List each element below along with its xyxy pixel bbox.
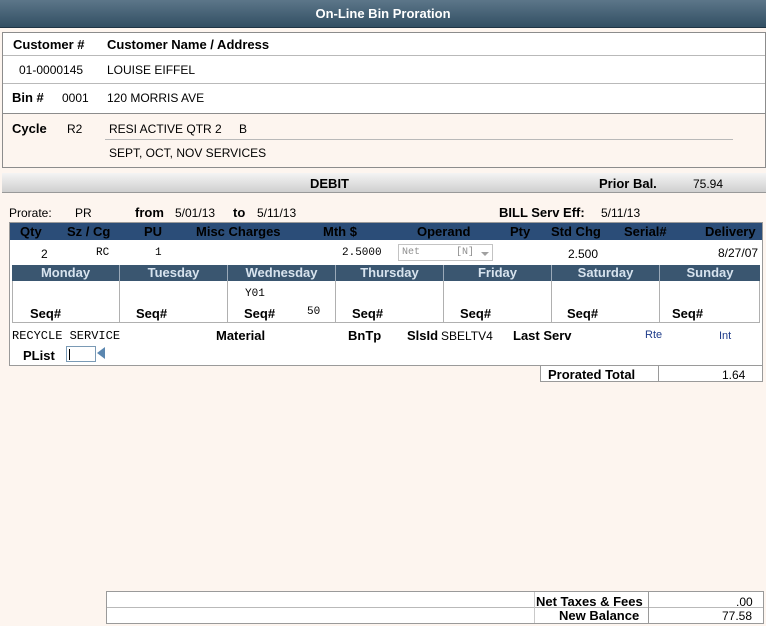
row-sz-cg: RC	[96, 247, 110, 259]
net-taxes-label: Net Taxes & Fees	[536, 594, 643, 609]
new-balance-value: 77.58	[722, 609, 753, 623]
col-sz-cg: Sz / Cg	[67, 224, 111, 239]
prior-balance-label: Prior Bal.	[599, 176, 657, 191]
to-label: to	[233, 205, 246, 220]
col-pu: PU	[144, 224, 163, 239]
last-serv-label: Last Serv	[513, 328, 572, 343]
seq-label-monday: Seq#	[30, 306, 62, 321]
row-delivery: 8/27/07	[718, 246, 759, 260]
prorate-label: Prorate:	[9, 206, 52, 220]
col-mth: Mth $	[323, 224, 357, 239]
from-label: from	[135, 205, 164, 220]
seq-label-sunday: Seq#	[672, 306, 704, 321]
bill-serv-eff-label: BILL Serv Eff:	[499, 205, 585, 220]
material-label: Material	[216, 328, 266, 343]
day-header-saturday: Saturday	[552, 265, 660, 281]
debit-label: DEBIT	[310, 176, 349, 191]
arrow-left-icon[interactable]	[97, 347, 105, 359]
day-cell-monday[interactable]	[12, 281, 120, 323]
from-date[interactable]: 5/01/13	[175, 206, 215, 220]
day-header-tuesday: Tuesday	[120, 265, 228, 281]
col-operand: Operand	[417, 224, 471, 239]
prorate-code: PR	[75, 206, 92, 220]
day-header-sunday: Sunday	[660, 265, 760, 281]
plist-label: PList	[23, 348, 55, 363]
bin-number: 0001	[62, 91, 89, 105]
window-title: On-Line Bin Proration	[0, 0, 766, 28]
col-pty: Pty	[510, 224, 531, 239]
seq-value-wednesday: 50	[307, 306, 321, 318]
seq-label-tuesday: Seq#	[136, 306, 168, 321]
seq-label-saturday: Seq#	[567, 306, 599, 321]
chevron-down-icon	[481, 252, 489, 256]
cycle-flag: B	[239, 122, 248, 136]
customer-name-label: Customer Name / Address	[107, 37, 270, 52]
net-taxes-value: .00	[736, 595, 753, 609]
customer-number: 01-0000145	[19, 63, 84, 77]
day-header-monday: Monday	[12, 265, 120, 281]
day-header-thursday: Thursday	[336, 265, 444, 281]
row-mth: 2.5000	[342, 247, 382, 259]
seq-label-friday: Seq#	[460, 306, 492, 321]
new-balance-label: New Balance	[559, 608, 640, 623]
slsld-value: SBELTV4	[441, 329, 493, 343]
cycle-code: R2	[67, 122, 83, 136]
prorated-total-value: 1.64	[722, 368, 746, 382]
bin-label: Bin #	[12, 90, 44, 105]
service-name: RECYCLE SERVICE	[12, 329, 121, 343]
col-delivery: Delivery	[705, 224, 756, 239]
route-wednesday: Y01	[245, 288, 265, 300]
operand-value: Net	[402, 247, 421, 258]
operand-code: [N]	[456, 247, 475, 258]
prorated-total-label: Prorated Total	[548, 367, 636, 382]
day-header-wednesday: Wednesday	[228, 265, 336, 281]
col-misc-charges: Misc Charges	[196, 224, 281, 239]
cycle-description: RESI ACTIVE QTR 2	[109, 122, 222, 136]
row-std-chg: 2.500	[568, 247, 599, 261]
row-qty: 2	[41, 247, 48, 261]
customer-number-label: Customer #	[13, 37, 85, 52]
table-row[interactable]	[10, 241, 762, 263]
to-date[interactable]: 5/11/13	[257, 206, 296, 220]
customer-name: LOUISE EIFFEL	[107, 63, 196, 77]
col-std-chg: Std Chg	[551, 224, 601, 239]
seq-label-thursday: Seq#	[352, 306, 384, 321]
col-serial: Serial#	[624, 224, 667, 239]
bntp-label: BnTp	[348, 328, 382, 343]
day-header-friday: Friday	[444, 265, 552, 281]
seq-label-wednesday: Seq#	[244, 306, 276, 321]
cycle-label: Cycle	[12, 121, 47, 136]
int-link[interactable]: Int	[719, 330, 731, 342]
plist-input[interactable]	[66, 346, 96, 362]
cycle-services: SEPT, OCT, NOV SERVICES	[109, 146, 267, 160]
rte-link[interactable]: Rte	[645, 329, 662, 341]
slsld-label: SlsId	[407, 328, 439, 343]
bill-serv-eff-date: 5/11/13	[601, 206, 641, 220]
operand-select[interactable]: Net [N]	[398, 244, 493, 261]
bin-address: 120 MORRIS AVE	[107, 91, 205, 105]
col-qty: Qty	[20, 224, 42, 239]
prior-balance: 75.94	[693, 177, 724, 191]
row-pu: 1	[155, 247, 162, 259]
